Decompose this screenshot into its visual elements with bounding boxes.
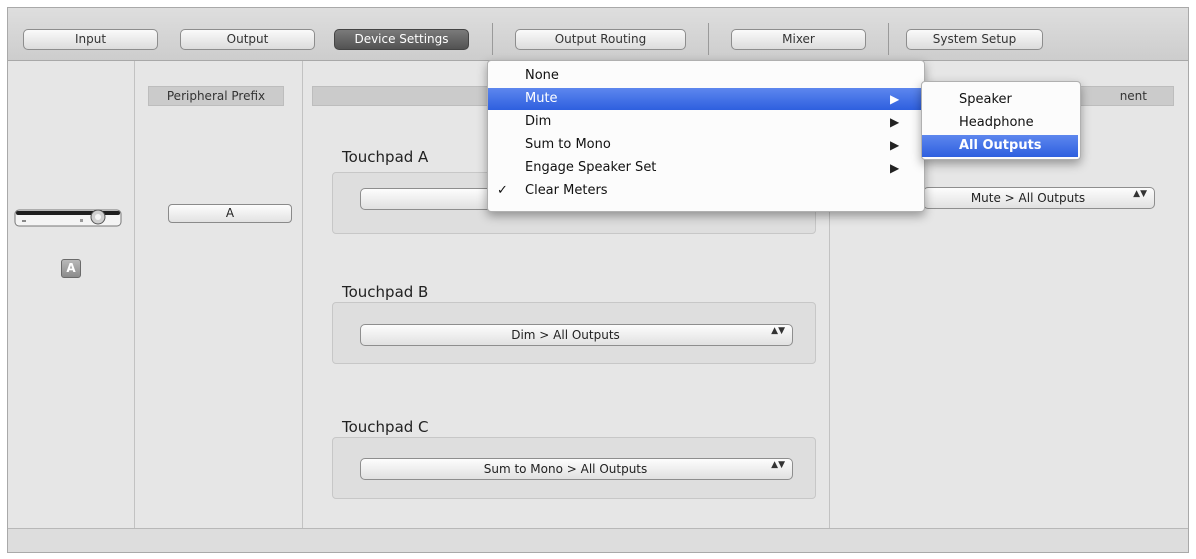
toolbar-separator [708,23,709,55]
menu-item-label: Sum to Mono [525,137,611,152]
menu-item-label: Clear Meters [525,183,608,198]
updown-arrows-icon: ▲▼ [771,326,785,336]
tab-output[interactable]: Output [180,29,315,50]
menu-item-label: Dim [525,114,552,129]
right-header-text: nent [1119,89,1147,103]
submenu-arrow-icon: ▶ [890,115,900,129]
submenu-item-headphone[interactable]: Headphone [922,112,1078,134]
submenu-arrow-icon: ▶ [890,92,900,106]
checkmark-icon: ✓ [497,183,508,198]
submenu-arrow-icon: ▶ [890,138,900,152]
menu-item-none[interactable]: None [488,65,922,87]
submenu-item-label: Headphone [959,115,1034,130]
submenu-item-label: All Outputs [959,138,1042,153]
touchpad-c-group: Sum to Mono > All Outputs ▲▼ [332,437,816,499]
tab-mixer[interactable]: Mixer [731,29,866,50]
touchpad-b-group: Dim > All Outputs ▲▼ [332,302,816,364]
popup-value: Dim > All Outputs [511,328,620,342]
tab-device-settings[interactable]: Device Settings [334,29,469,50]
menu-item-engage-speaker-set[interactable]: Engage Speaker Set ▶ [488,157,922,179]
interface-device-icon [14,209,122,227]
menu-item-mute[interactable]: Mute ▶ [488,88,922,110]
submenu-arrow-icon: ▶ [890,161,900,175]
touchpad-a-label: Touchpad A [342,148,429,166]
menu-item-label: Mute [525,91,558,106]
touchpad-b-label: Touchpad B [342,283,429,301]
updown-arrows-icon: ▲▼ [771,460,785,470]
toolbar: Input Output Device Settings Output Rout… [8,8,1188,61]
submenu-item-all-outputs[interactable]: All Outputs [922,135,1078,157]
submenu-item-label: Speaker [959,92,1012,107]
menu-item-clear-meters[interactable]: ✓ Clear Meters [488,180,922,202]
touchpad-b-popup[interactable]: Dim > All Outputs ▲▼ [360,324,793,346]
popup-value: Mute > All Outputs [970,191,1086,205]
tab-input[interactable]: Input [23,29,158,50]
touchpad-c-popup[interactable]: Sum to Mono > All Outputs ▲▼ [360,458,793,480]
mute-submenu: Speaker Headphone All Outputs [921,81,1081,160]
right-panel-popup[interactable]: Mute > All Outputs ▲▼ [923,187,1155,209]
menu-item-label: None [525,68,559,83]
peripheral-column: Peripheral Prefix [135,61,302,528]
submenu-item-speaker[interactable]: Speaker [922,89,1078,111]
popup-value: Sum to Mono > All Outputs [483,462,648,476]
action-menu: None Mute ▶ Dim ▶ Sum to Mono ▶ Engage S… [487,60,925,212]
touchpad-c-label: Touchpad C [342,418,429,436]
menu-item-label: Engage Speaker Set [525,160,657,175]
menu-item-dim[interactable]: Dim ▶ [488,111,922,133]
updown-arrows-icon: ▲▼ [1133,189,1147,199]
tab-system-setup[interactable]: System Setup [906,29,1043,50]
device-column: A [8,61,134,528]
status-bar [8,528,1188,552]
tab-output-routing[interactable]: Output Routing [515,29,686,50]
peripheral-prefix-header: Peripheral Prefix [148,86,284,106]
peripheral-prefix-button[interactable]: A [168,204,292,223]
menu-item-sum-to-mono[interactable]: Sum to Mono ▶ [488,134,922,156]
device-badge[interactable]: A [61,259,81,278]
toolbar-separator [492,23,493,55]
toolbar-separator [888,23,889,55]
